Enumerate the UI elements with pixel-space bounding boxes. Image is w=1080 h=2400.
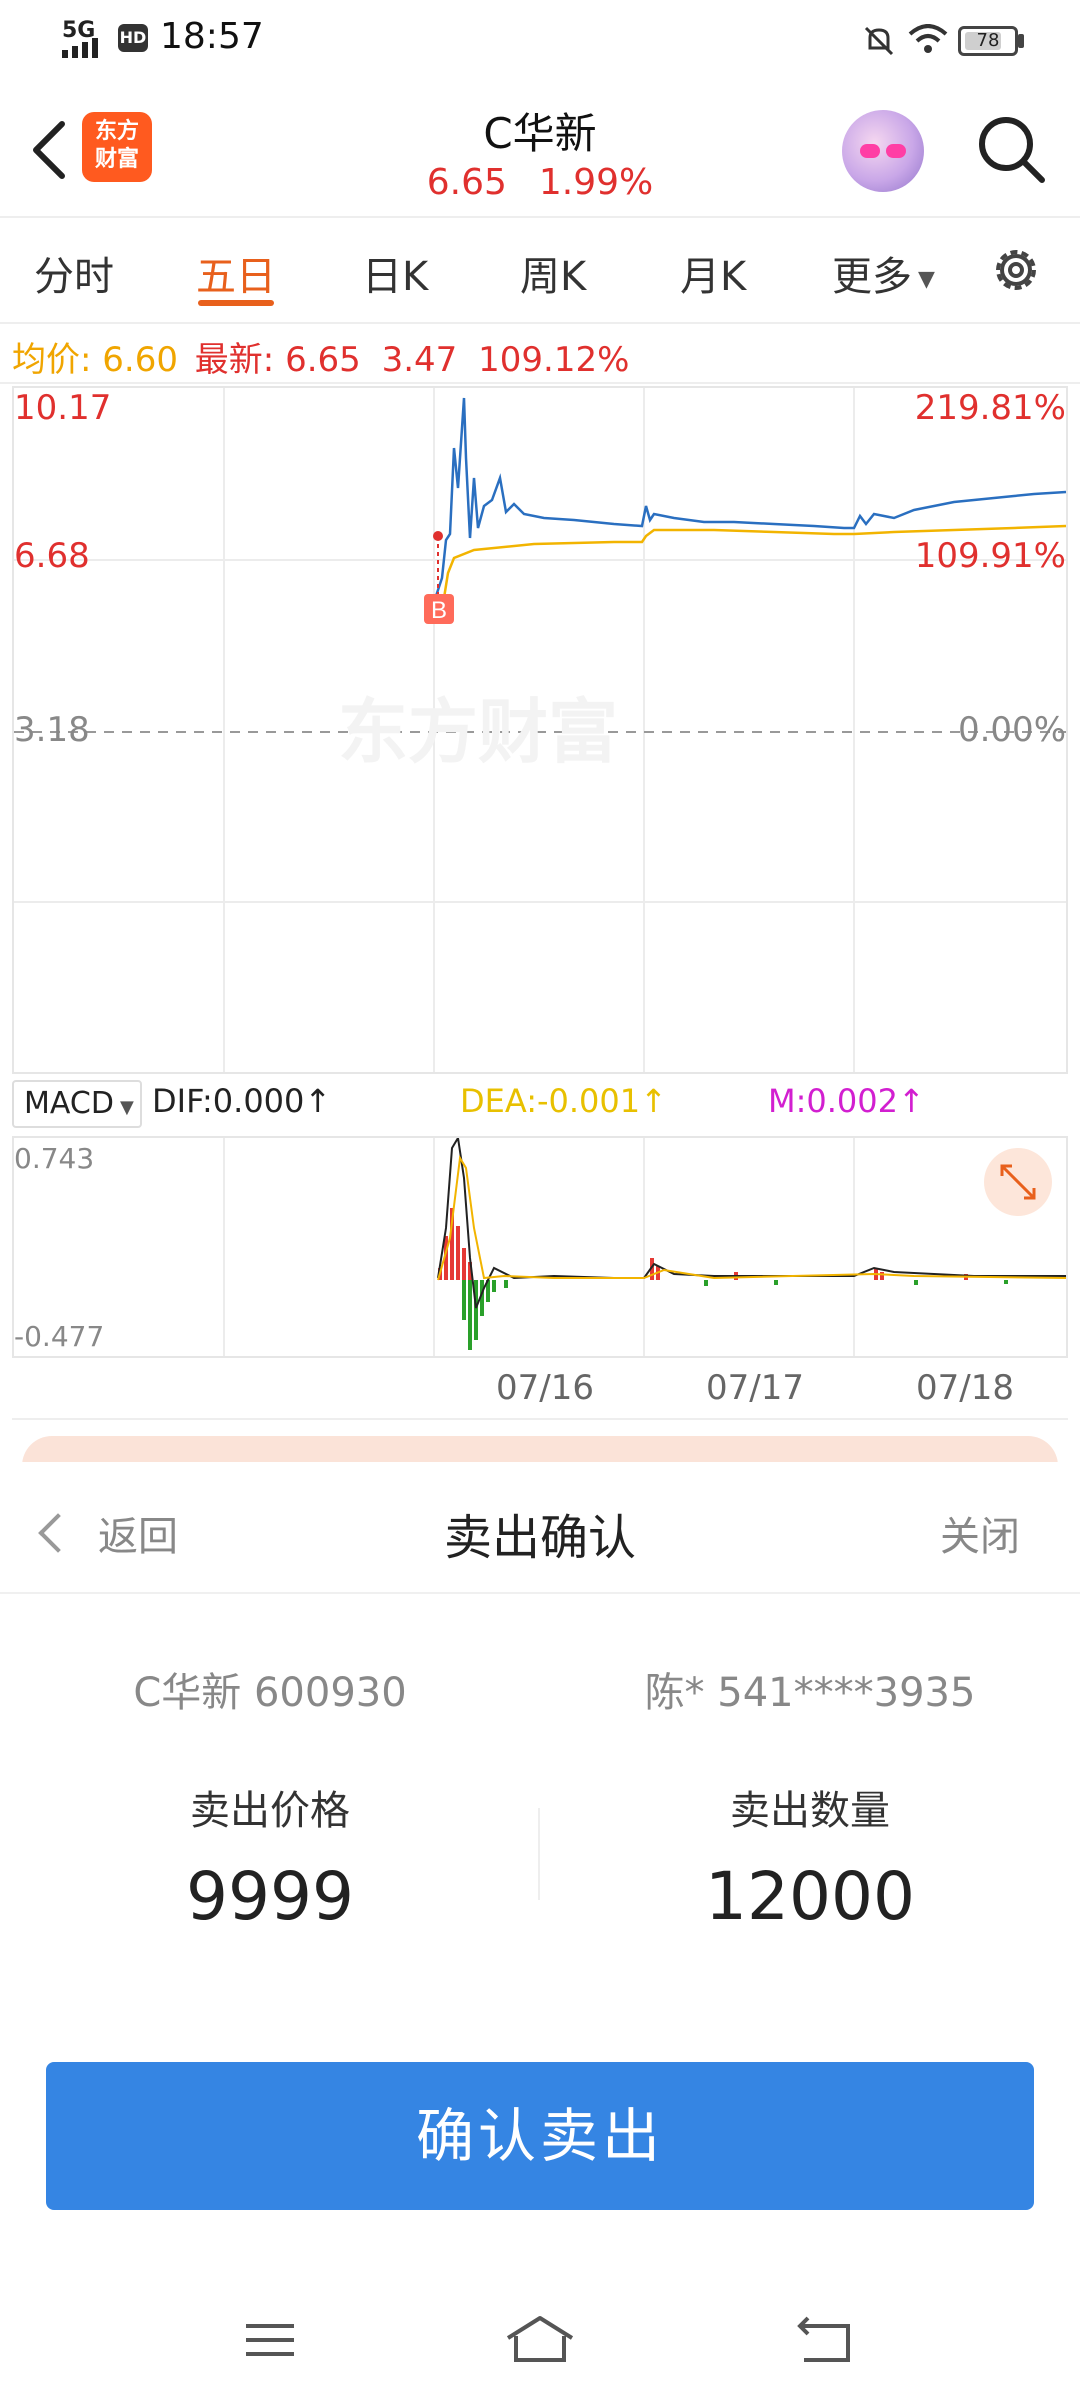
tab-monthly-k[interactable]: 月K <box>680 244 746 302</box>
date-label-3: 07/18 <box>916 1368 1014 1408</box>
sheet-back-button[interactable]: 返回 <box>38 1504 178 1562</box>
stock-price: 6.65 <box>426 162 507 203</box>
tabs-divider <box>0 322 1080 324</box>
dif-line <box>437 1138 1066 1309</box>
chevron-left-icon <box>38 1513 78 1553</box>
m-value: M:0.002↑ <box>768 1082 925 1120</box>
pct-label-base: 0.00% <box>957 710 1066 750</box>
dif-text: DIF:0.000 <box>152 1082 305 1120</box>
buy-marker-text: B <box>431 597 447 624</box>
macd-red-bars <box>438 1208 968 1280</box>
macd-y-bottom: -0.477 <box>14 1320 105 1353</box>
buy-point-dot <box>433 531 443 541</box>
dea-line <box>437 1155 1066 1281</box>
period-tabs: 分时 五日 日K 周K 月K 更多 ▼ <box>0 222 1080 322</box>
caret-down-icon: ▼ <box>119 1097 134 1118</box>
tab-more-label: 更多 <box>832 254 912 300</box>
home-nav-icon[interactable] <box>504 2310 576 2370</box>
eastmoney-logo: 东方 财富 <box>82 112 152 182</box>
hd-badge: HD <box>118 24 148 52</box>
tab-daily-k[interactable]: 日K <box>362 244 428 302</box>
macd-green-bars <box>462 1280 1008 1350</box>
sheet-header-divider <box>0 1592 1080 1594</box>
wifi-icon <box>908 24 948 53</box>
price-chart-svg: 东方财富 B <box>14 388 1066 1072</box>
y-label-base: 3.18 <box>14 710 90 750</box>
date-label-1: 07/16 <box>496 1368 594 1408</box>
gear-icon[interactable] <box>986 240 1046 300</box>
robot-eye-left <box>860 144 880 158</box>
header-divider <box>0 216 1080 218</box>
change-pct-value: 109.12% <box>478 340 630 380</box>
expand-icon <box>1000 1164 1036 1200</box>
macd-chart-svg <box>223 1138 1066 1356</box>
back-arrow-icon[interactable] <box>20 110 80 190</box>
watermark: 东方财富 <box>338 693 618 771</box>
indicator-selector-label: MACD <box>24 1086 114 1121</box>
macd-y-top: 0.743 <box>14 1142 95 1175</box>
y-label-mid: 6.68 <box>14 536 90 576</box>
expand-chart-button[interactable] <box>984 1148 1052 1216</box>
confirm-sell-button[interactable]: 确认卖出 <box>46 2062 1034 2210</box>
dif-value: DIF:0.000↑ <box>152 1082 332 1120</box>
tab-weekly-k[interactable]: 周K <box>520 244 586 302</box>
sheet-close-button[interactable]: 关闭 <box>940 1504 1020 1562</box>
stock-quote: 6.65 1.99% <box>340 162 740 203</box>
avg-price-value: 6.60 <box>102 340 178 380</box>
caret-down-icon: ▼ <box>918 266 935 292</box>
change-value: 3.47 <box>381 340 458 380</box>
dea-text: DEA:-0.001 <box>460 1082 641 1120</box>
indicator-selector[interactable]: MACD ▼ <box>12 1080 142 1128</box>
y-label-top: 10.17 <box>14 388 112 428</box>
battery-text: 78 <box>976 30 1000 51</box>
tab-five-day[interactable]: 五日 <box>196 244 276 302</box>
active-tab-underline <box>198 300 274 306</box>
price-info-line: 均价: 6.60 最新: 6.65 3.47 109.12% <box>12 332 629 381</box>
back-nav-icon[interactable] <box>794 2310 854 2370</box>
sell-confirm-sheet: 返回 卖出确认 关闭 C华新 600930 陈* 541****3935 卖出价… <box>0 1462 1080 2400</box>
avg-price-label: 均价: <box>12 340 92 380</box>
mute-bell-icon <box>864 26 894 56</box>
dea-value: DEA:-0.001↑ <box>460 1082 667 1120</box>
status-time: 18:57 <box>160 16 264 57</box>
chart-bottom-divider <box>12 1418 1068 1420</box>
logo-line-1: 东方 <box>94 119 139 144</box>
latest-value: 6.65 <box>285 340 361 380</box>
tab-intraday[interactable]: 分时 <box>34 244 114 302</box>
stock-code-info: C华新 600930 <box>133 1670 407 1716</box>
sell-price-label: 卖出价格 <box>190 1788 350 1834</box>
info-divider <box>0 382 1080 384</box>
sheet-title: 卖出确认 <box>443 1510 636 1566</box>
latest-label: 最新: <box>194 340 275 380</box>
stock-title: C华新 <box>483 109 597 158</box>
date-label-2: 07/17 <box>706 1368 804 1408</box>
logo-line-2: 财富 <box>94 147 139 172</box>
battery-tip <box>1018 34 1024 48</box>
pct-label-top: 219.81% <box>914 388 1066 428</box>
sell-price-value: 9999 <box>186 1858 354 1935</box>
status-bar: 5G HD 18:57 78 <box>0 0 1080 80</box>
sell-qty-value: 12000 <box>705 1858 915 1935</box>
robot-assistant-avatar[interactable] <box>842 110 924 192</box>
account-info: 陈* 541****3935 <box>644 1670 976 1716</box>
macd-indicator-row: MACD ▼ DIF:0.000↑ DEA:-0.001↑ M:0.002↑ <box>12 1080 1072 1130</box>
tab-more[interactable]: 更多 ▼ <box>832 244 935 302</box>
sell-qty-label: 卖出数量 <box>730 1788 890 1834</box>
battery-icon: 78 <box>958 26 1018 56</box>
sheet-back-label: 返回 <box>98 1514 178 1560</box>
stock-change-pct: 1.99% <box>538 162 654 203</box>
macd-chart[interactable]: 0.743 -0.477 <box>12 1136 1068 1358</box>
sheet-header: 返回 卖出确认 关闭 <box>0 1462 1080 1592</box>
pct-label-mid: 109.91% <box>914 536 1066 576</box>
signal-bars-icon <box>62 38 98 58</box>
m-text: M:0.002 <box>768 1082 898 1120</box>
menu-nav-icon[interactable] <box>240 2310 300 2370</box>
five-day-price-chart[interactable]: 东方财富 B 10.17 6.68 3.18 219.81% 109.91% 0… <box>12 386 1068 1074</box>
search-icon[interactable] <box>972 110 1052 190</box>
robot-eye-right <box>886 144 906 158</box>
